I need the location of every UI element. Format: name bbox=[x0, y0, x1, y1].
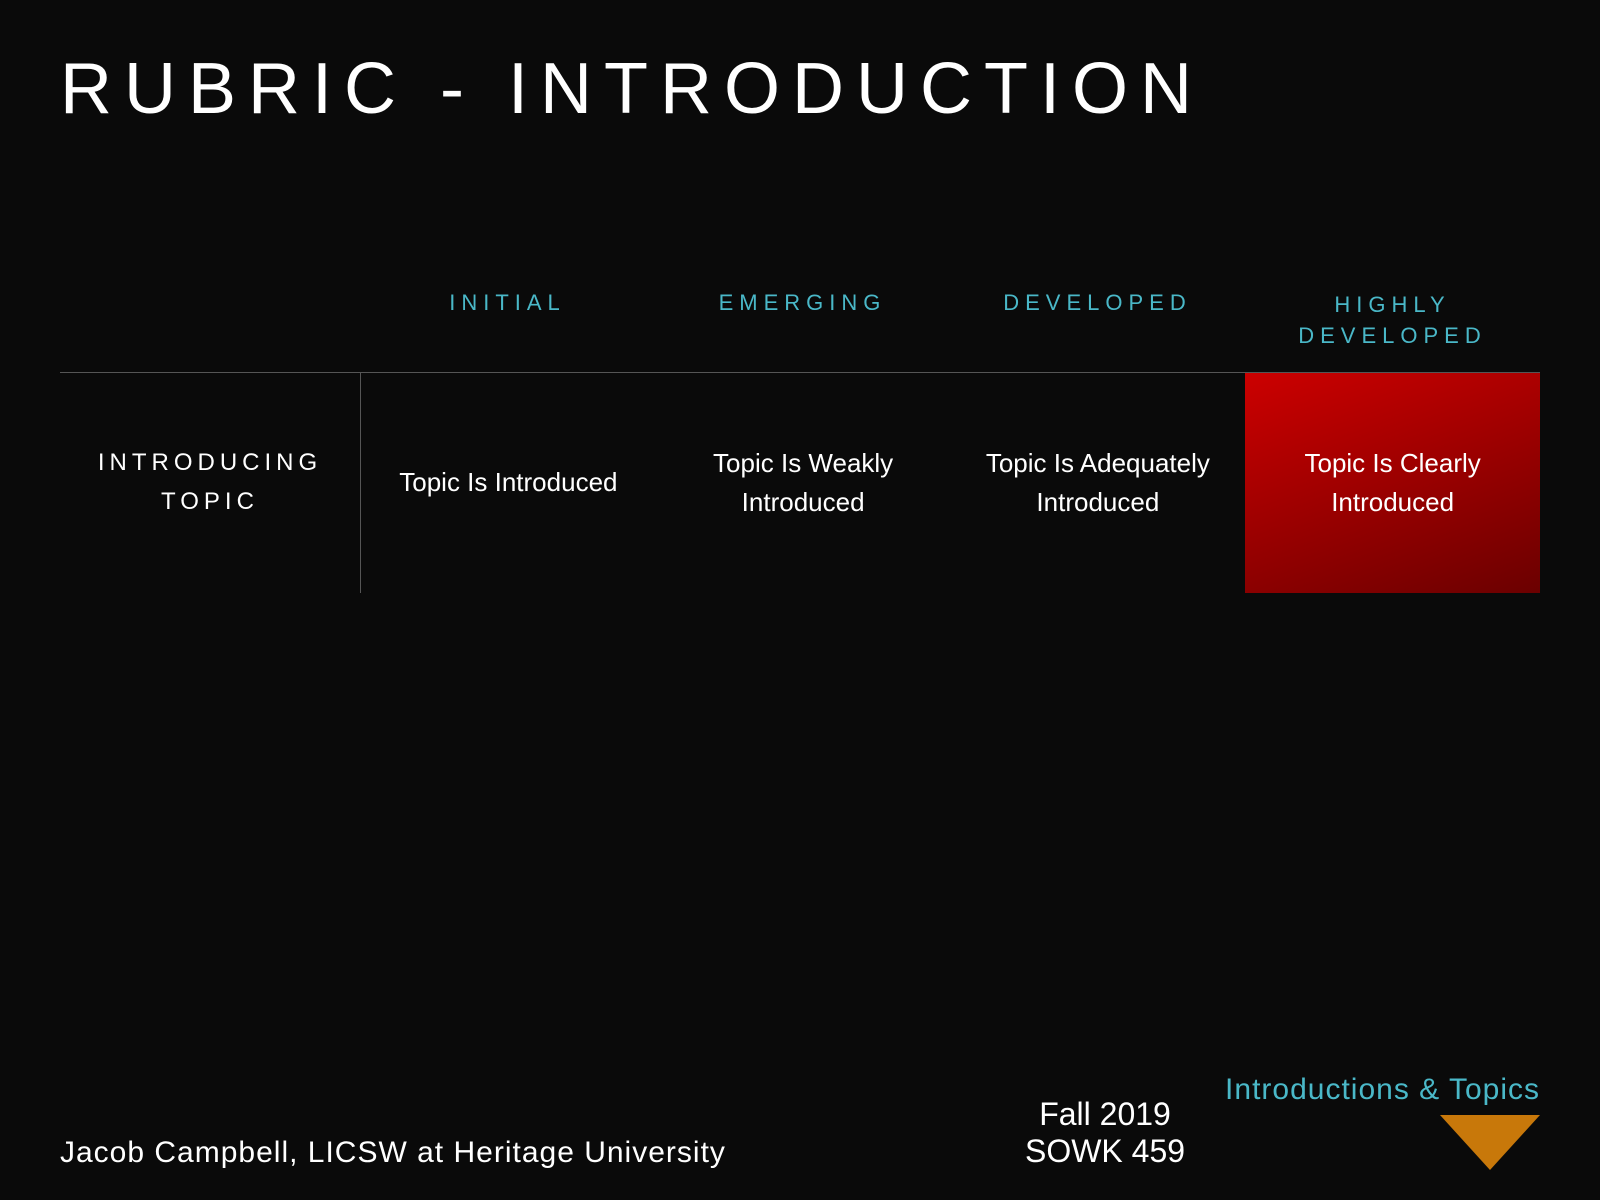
footer-course: Fall 2019 SOWK 459 bbox=[1025, 1096, 1185, 1170]
column-headers: INITIAL EMERGING DEVELOPED HIGHLYDEVELOP… bbox=[360, 280, 1540, 372]
row-label-text: INTRODUCINGTOPIC bbox=[98, 444, 322, 521]
cell-initial: Topic Is Introduced bbox=[361, 373, 656, 593]
triangle-icon bbox=[1440, 1115, 1540, 1170]
rubric-table: INITIAL EMERGING DEVELOPED HIGHLYDEVELOP… bbox=[60, 280, 1540, 593]
content-row: INTRODUCINGTOPIC Topic Is Introduced Top… bbox=[60, 373, 1540, 593]
col-header-initial: INITIAL bbox=[360, 280, 655, 372]
footer: Jacob Campbell, LICSW at Heritage Univer… bbox=[0, 1073, 1600, 1170]
footer-topic-text: Introductions & Topics bbox=[1225, 1073, 1540, 1107]
footer-author: Jacob Campbell, LICSW at Heritage Univer… bbox=[60, 1136, 1025, 1170]
footer-topic: Introductions & Topics bbox=[1225, 1073, 1540, 1170]
row-label-header-spacer bbox=[60, 280, 360, 372]
data-cells-container: Topic Is Introduced Topic Is WeaklyIntro… bbox=[360, 373, 1540, 593]
col-header-developed: DEVELOPED bbox=[950, 280, 1245, 372]
row-label-introducing-topic: INTRODUCINGTOPIC bbox=[60, 373, 360, 593]
cell-highly-developed: Topic Is ClearlyIntroduced bbox=[1245, 373, 1540, 593]
page-title: RUBRIC - INTRODUCTION bbox=[60, 48, 1204, 130]
cell-developed: Topic Is AdequatelyIntroduced bbox=[951, 373, 1246, 593]
footer-course-title: Fall 2019 bbox=[1025, 1096, 1185, 1133]
col-header-highly-developed: HIGHLYDEVELOPED bbox=[1245, 280, 1540, 372]
footer-course-code: SOWK 459 bbox=[1025, 1133, 1185, 1170]
cell-emerging: Topic Is WeaklyIntroduced bbox=[656, 373, 951, 593]
header-row: INITIAL EMERGING DEVELOPED HIGHLYDEVELOP… bbox=[60, 280, 1540, 372]
col-header-emerging: EMERGING bbox=[655, 280, 950, 372]
